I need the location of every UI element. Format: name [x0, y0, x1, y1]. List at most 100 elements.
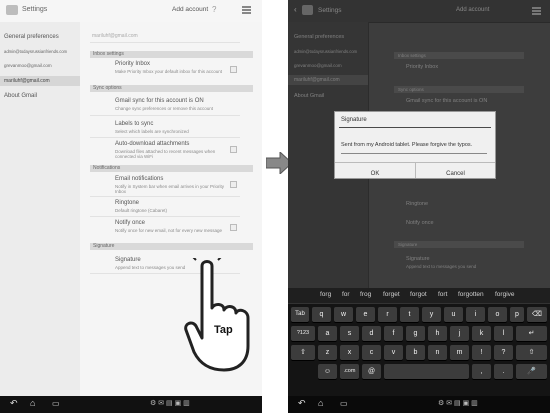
email-notifications-checkbox[interactable] [230, 181, 237, 188]
divider [90, 115, 240, 116]
comma-key[interactable]: , [472, 364, 491, 379]
emoji-key[interactable]: ☺ [318, 364, 337, 379]
help-icon[interactable]: ? [212, 5, 220, 15]
labels-to-sync-title[interactable]: Labels to sync [115, 121, 153, 127]
ringtone-title[interactable]: Ringtone [115, 200, 139, 206]
back-icon[interactable]: ↶ [298, 398, 306, 409]
key-e[interactable]: e [356, 307, 375, 322]
auto-download-title[interactable]: Auto-download attachments [115, 141, 189, 147]
backspace-key[interactable]: ⌫ [527, 307, 547, 322]
key-u[interactable]: u [444, 307, 463, 322]
period-key[interactable]: . [494, 364, 513, 379]
bg-signature-title: Signature [406, 256, 430, 262]
key-d[interactable]: d [362, 326, 381, 341]
dialog-ok-button[interactable]: OK [335, 163, 416, 178]
auto-download-checkbox[interactable] [230, 146, 237, 153]
key-exclaim[interactable]: ! [472, 345, 491, 360]
key-s[interactable]: s [340, 326, 359, 341]
enter-key[interactable]: ↵ [516, 326, 547, 341]
key-q[interactable]: q [312, 307, 331, 322]
shift-key-right[interactable]: ⇧ [516, 345, 547, 360]
account-header: mariluhf@gmail.com [92, 33, 138, 39]
mic-icon[interactable]: 🎤 [516, 364, 547, 379]
key-z[interactable]: z [318, 345, 337, 360]
suggestion-word[interactable]: forget [383, 291, 400, 298]
right-title: Settings [318, 7, 342, 14]
suggestion-word[interactable]: forgive [495, 291, 515, 298]
sidebar-item-account-3[interactable]: mariluhf@gmail.com [294, 77, 340, 83]
dotcom-key[interactable]: .com [340, 364, 359, 379]
sidebar-item-general[interactable]: General preferences [294, 34, 344, 40]
email-notifications-subtitle: Notify in System bar when email arrives … [115, 184, 225, 194]
key-a[interactable]: a [318, 326, 337, 341]
tab-key[interactable]: Tab [291, 307, 309, 322]
menu-icon[interactable] [242, 6, 251, 14]
suggestion-word[interactable]: forgotten [458, 291, 484, 298]
suggestion-word[interactable]: frog [360, 291, 371, 298]
key-t[interactable]: t [400, 307, 419, 322]
key-f[interactable]: f [384, 326, 403, 341]
right-add-account-button[interactable]: Add account [456, 7, 489, 13]
bg-signature-subtitle: Append text to messages you send [406, 264, 477, 269]
dialog-cancel-label: Cancel [446, 171, 465, 177]
recent-apps-icon[interactable]: ▭ [340, 399, 348, 408]
space-key[interactable] [384, 364, 469, 379]
sidebar-item-account-1[interactable]: admin@todaysrussianfriends.com [4, 49, 67, 54]
signature-subtitle: Append text to messages you send [115, 265, 186, 270]
sidebar-item-account-1[interactable]: admin@todaysrussianfriends.com [294, 49, 357, 54]
menu-icon[interactable] [532, 7, 541, 15]
key-m[interactable]: m [450, 345, 469, 360]
sidebar-item-account-2[interactable]: grevanmoo@gmail.com [4, 63, 52, 68]
priority-inbox-checkbox[interactable] [230, 66, 237, 73]
priority-inbox-title[interactable]: Priority Inbox [115, 61, 150, 67]
home-icon[interactable]: ⌂ [30, 398, 35, 408]
notify-once-title[interactable]: Notify once [115, 220, 145, 226]
sidebar-item-about[interactable]: About Gmail [294, 93, 324, 99]
shift-key[interactable]: ⇧ [291, 345, 315, 360]
home-icon[interactable]: ⌂ [318, 398, 323, 408]
bg-ringtone: Ringtone [406, 201, 429, 207]
key-r[interactable]: r [378, 307, 397, 322]
suggestion-word[interactable]: forg [320, 291, 331, 298]
dialog-cancel-button[interactable]: Cancel [416, 163, 495, 178]
key-b[interactable]: b [406, 345, 425, 360]
key-v[interactable]: v [384, 345, 403, 360]
suggestion-word[interactable]: fort [438, 291, 447, 298]
recent-apps-icon[interactable]: ▭ [52, 399, 60, 408]
key-j[interactable]: j [450, 326, 469, 341]
signature-text-field[interactable]: Sent from my Android tablet. Please forg… [341, 133, 487, 154]
num-key[interactable]: ?123 [291, 326, 315, 341]
key-w[interactable]: w [334, 307, 353, 322]
suggestion-word[interactable]: forgot [410, 291, 427, 298]
back-icon[interactable]: ↶ [10, 398, 18, 409]
at-key[interactable]: @ [362, 364, 381, 379]
divider [90, 196, 240, 197]
divider [90, 216, 240, 217]
sidebar-item-account-2[interactable]: grevanmoo@gmail.com [294, 63, 342, 68]
priority-inbox-subtitle: Make Priority Inbox your default inbox f… [115, 69, 223, 74]
key-p[interactable]: p [510, 307, 524, 322]
key-y[interactable]: y [422, 307, 441, 322]
key-l[interactable]: l [494, 326, 513, 341]
key-h[interactable]: h [428, 326, 447, 341]
key-question[interactable]: ? [494, 345, 513, 360]
sidebar-item-about[interactable]: About Gmail [4, 93, 37, 99]
left-add-account-button[interactable]: Add account [172, 6, 208, 13]
key-i[interactable]: i [466, 307, 485, 322]
key-k[interactable]: k [472, 326, 491, 341]
sidebar-item-general[interactable]: General preferences [4, 34, 59, 40]
key-c[interactable]: c [362, 345, 381, 360]
back-arrow-icon[interactable]: ‹ [294, 5, 297, 14]
email-notifications-title[interactable]: Email notifications [115, 176, 163, 182]
sidebar-item-account-3[interactable]: mariluhf@gmail.com [4, 78, 50, 84]
divider [90, 42, 240, 43]
gmail-sync-title[interactable]: Gmail sync for this account is ON [115, 98, 204, 104]
signature-title[interactable]: Signature [115, 257, 141, 263]
right-screenshot: ‹ Settings Add account General preferenc… [288, 0, 550, 413]
key-g[interactable]: g [406, 326, 425, 341]
key-o[interactable]: o [488, 307, 507, 322]
notify-once-checkbox[interactable] [230, 224, 237, 231]
suggestion-word[interactable]: for [342, 291, 350, 298]
key-n[interactable]: n [428, 345, 447, 360]
key-x[interactable]: x [340, 345, 359, 360]
